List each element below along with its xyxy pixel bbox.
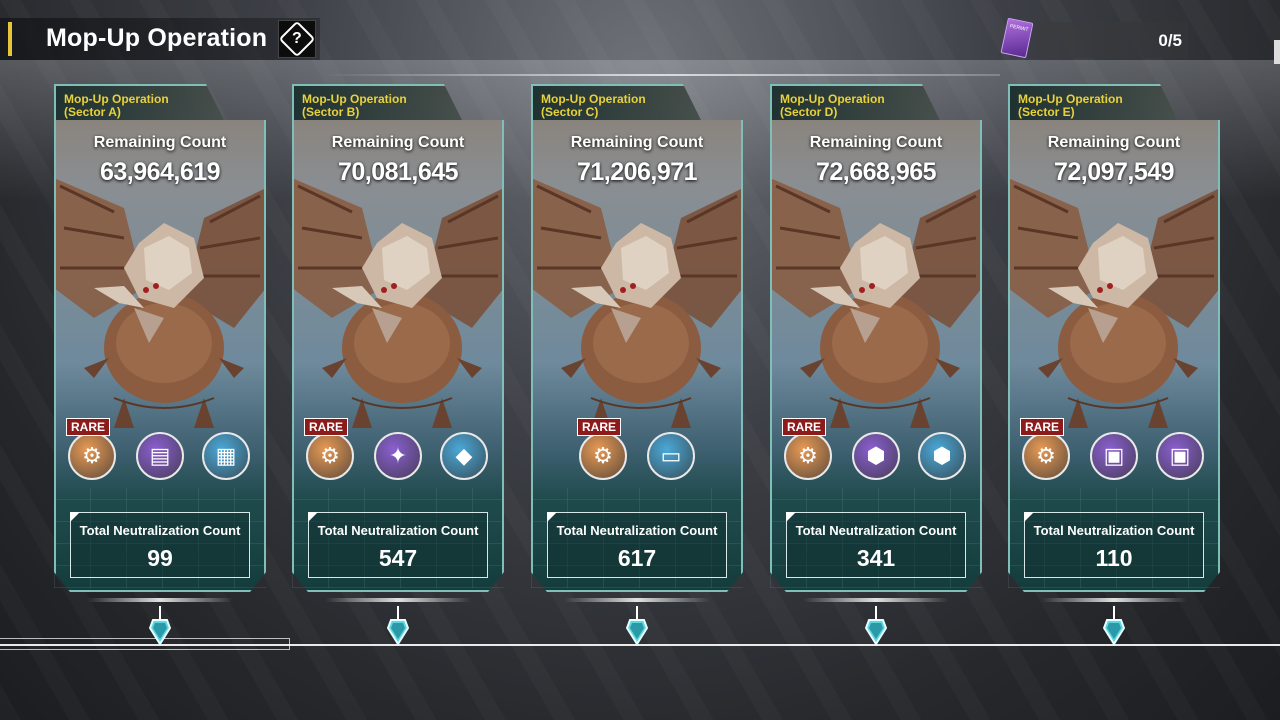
rare-badge: RARE [782,418,827,436]
card-glow [564,598,710,602]
rare-badge: RARE [66,418,111,436]
card-border [770,84,982,592]
permit-counter: PERMIT 0/5 [1000,17,1188,59]
card-glow [803,598,949,602]
rare-badge: RARE [304,418,349,436]
sector-card[interactable]: Mop-Up Operation (Sector D) Remaining Co… [770,84,982,592]
permit-count: 0/5 [1158,31,1182,50]
timeline-node-icon[interactable] [386,618,410,646]
timeline-node-icon[interactable] [1102,618,1126,646]
header-divider [320,74,1000,76]
card-glow [1041,598,1187,602]
timeline-node-icon[interactable] [148,618,172,646]
permit-ticket-icon: PERMIT [1000,17,1034,59]
header-accent [8,22,12,56]
card-border [292,84,504,592]
edge-marker [1274,40,1280,64]
help-button[interactable]: ? [278,20,316,58]
rare-badge: RARE [1020,418,1065,436]
sector-card[interactable]: Mop-Up Operation (Sector A) Remaining Co… [54,84,266,592]
card-border [54,84,266,592]
page-title: Mop-Up Operation [46,24,268,52]
card-glow [325,598,471,602]
rare-badge: RARE [577,418,622,436]
timeline-node-icon[interactable] [864,618,888,646]
card-border [531,84,743,592]
card-glow [87,598,233,602]
timeline-node-icon[interactable] [625,618,649,646]
card-border [1008,84,1220,592]
sector-card[interactable]: Mop-Up Operation (Sector B) Remaining Co… [292,84,504,592]
sector-card[interactable]: Mop-Up Operation (Sector E) Remaining Co… [1008,84,1220,592]
header-bar: Mop-Up Operation ? [0,18,320,60]
help-icon: ? [278,20,316,58]
sector-card[interactable]: Mop-Up Operation (Sector C) Remaining Co… [531,84,743,592]
